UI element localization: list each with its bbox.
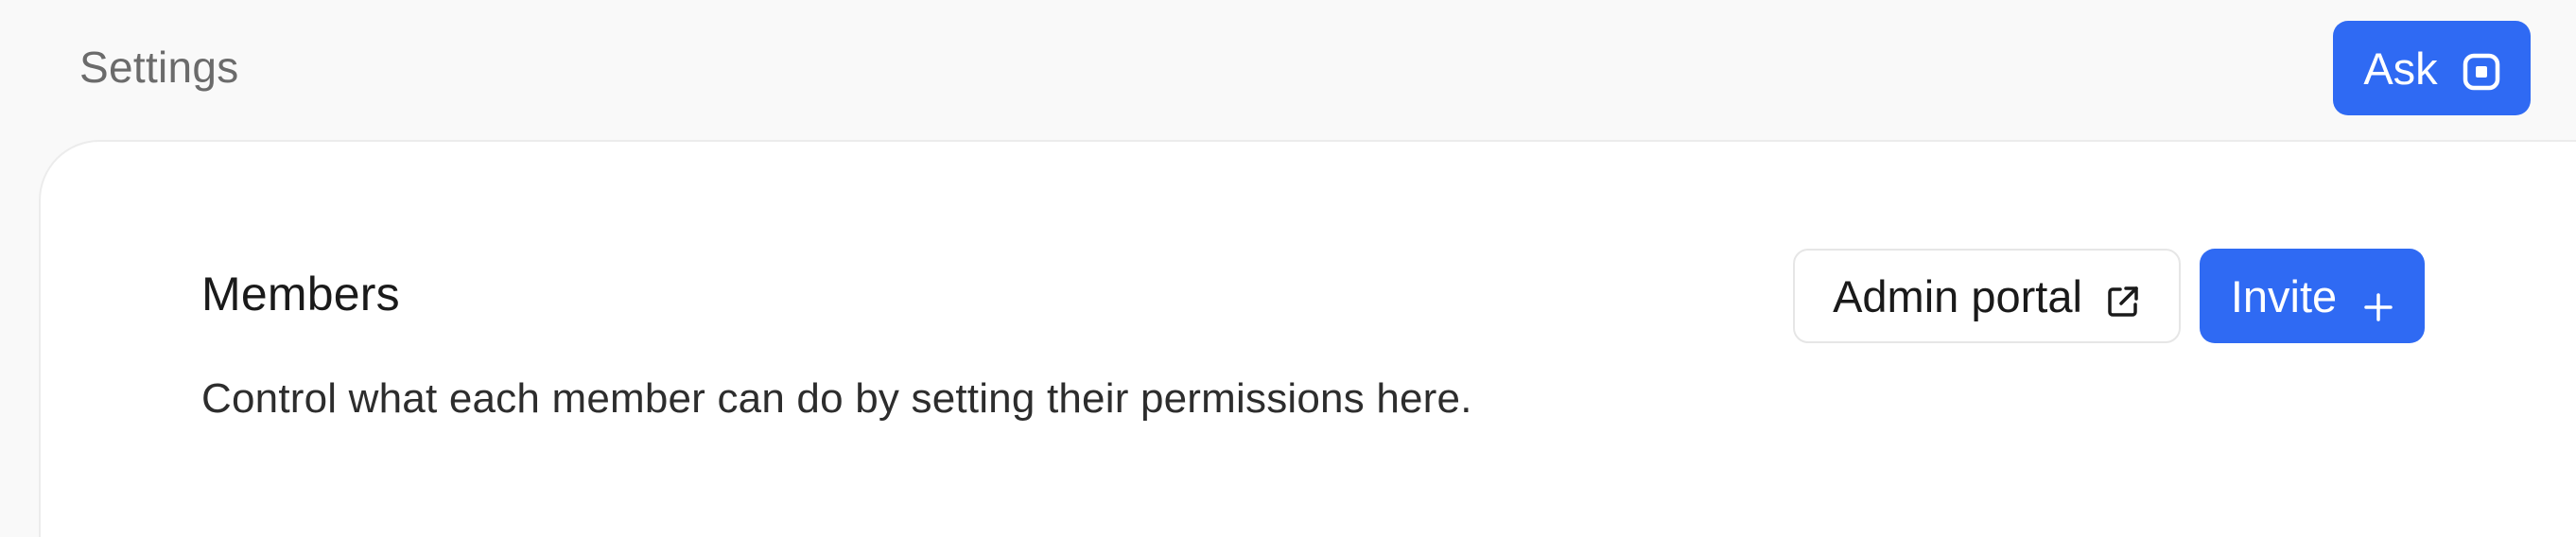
ask-button[interactable]: Ask	[2333, 21, 2531, 115]
ask-button-label: Ask	[2363, 43, 2438, 94]
plus-icon	[2363, 281, 2393, 321]
admin-portal-label: Admin portal	[1833, 270, 2082, 321]
external-link-icon	[2105, 278, 2141, 317]
invite-button-label: Invite	[2230, 270, 2338, 321]
admin-portal-button[interactable]: Admin portal	[1793, 249, 2181, 343]
members-description: Control what each member can do by setti…	[201, 375, 1472, 422]
members-card: Members Admin portal Invite Control what…	[39, 140, 2576, 537]
invite-button[interactable]: Invite	[2200, 249, 2425, 343]
square-dot-icon	[2463, 49, 2500, 91]
page-title: Settings	[79, 43, 239, 92]
members-title: Members	[201, 268, 400, 320]
top-bar: Settings Ask	[0, 0, 2576, 140]
